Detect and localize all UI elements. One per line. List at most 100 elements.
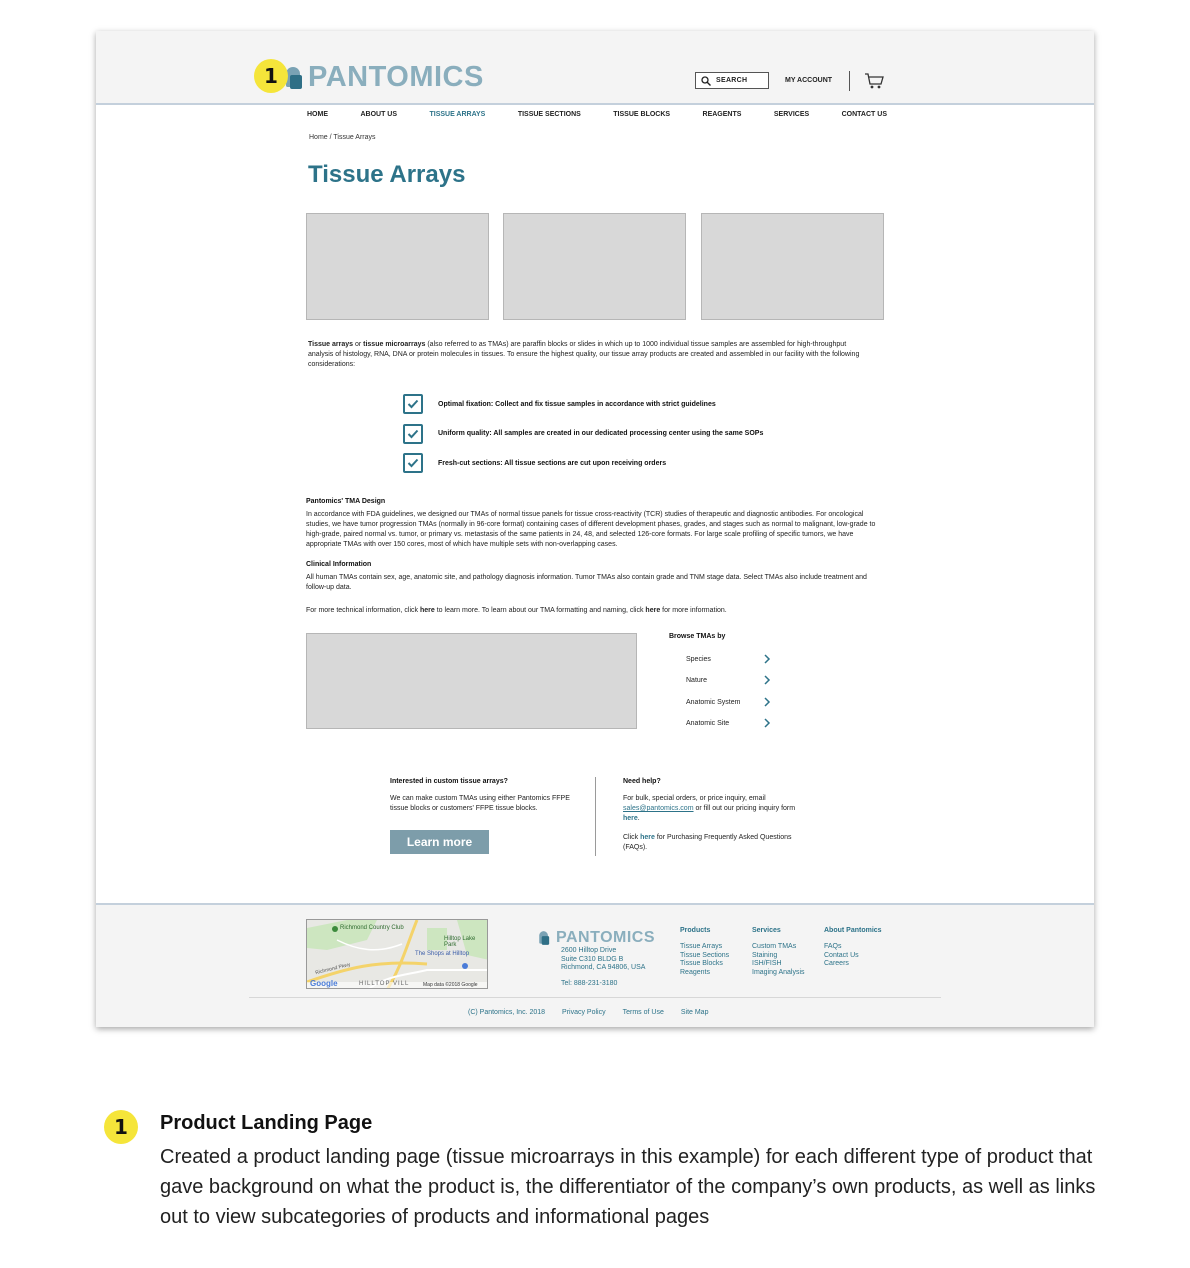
intro-or: or <box>353 341 364 348</box>
footer-col-heading: Products <box>680 927 711 934</box>
list-item: Uniform quality: All samples are created… <box>403 423 764 444</box>
more-info-part: For more technical information, click <box>306 607 420 614</box>
checkbox-icon <box>403 423 423 444</box>
custom-heading: Interested in custom tissue arrays? <box>390 778 508 785</box>
footer-bottom-links: (C) Pantomics, Inc. 2018 Privacy Policy … <box>468 1009 725 1016</box>
my-account-link[interactable]: MY ACCOUNT <box>785 77 832 84</box>
footer-col-heading: About Pantomics <box>824 927 882 934</box>
footer-link[interactable]: Tissue Sections <box>680 952 729 961</box>
search-icon <box>701 75 711 86</box>
nav-item-about-us[interactable]: ABOUT US <box>360 111 397 118</box>
help-text: or fill out our pricing inquiry form <box>693 805 796 812</box>
consideration-text: Fresh-cut sections: All tissue sections … <box>438 459 667 467</box>
browse-link-anatomic-system[interactable]: Anatomic System <box>686 696 771 708</box>
footer-link[interactable]: Tissue Arrays <box>680 943 729 952</box>
nav-item-services[interactable]: SERVICES <box>774 111 809 118</box>
nav-item-reagents[interactable]: REAGENTS <box>703 111 742 118</box>
browse-label: Anatomic System <box>686 698 741 706</box>
footer-divider <box>249 997 941 998</box>
breadcrumb[interactable]: Home / Tissue Arrays <box>309 134 376 141</box>
address-line: Richmond, CA 94806, USA <box>561 964 646 971</box>
pantomics-logo-icon <box>538 930 550 946</box>
logo-text: PANTOMICS <box>308 61 484 93</box>
footer-link[interactable]: Reagents <box>680 969 729 978</box>
here-link[interactable]: here <box>645 607 660 614</box>
browse-heading: Browse TMAs by <box>669 633 726 640</box>
footer-phone[interactable]: Tel: 888-231-3180 <box>561 980 617 987</box>
site-logo[interactable]: PANTOMICS <box>284 61 484 94</box>
site-footer: Richmond Country Club Hilltop Lake Park … <box>96 903 1094 1027</box>
checkbox-icon <box>403 453 423 473</box>
privacy-policy-link[interactable]: Privacy Policy <box>562 1009 606 1016</box>
browse-link-anatomic-site[interactable]: Anatomic Site <box>686 717 771 729</box>
chevron-right-icon <box>764 675 771 685</box>
map-label: The Shops at Hilltop <box>415 951 470 957</box>
footer-link[interactable]: Careers <box>824 960 882 969</box>
nav-item-tissue-blocks[interactable]: TISSUE BLOCKS <box>613 111 670 118</box>
search-placeholder: SEARCH <box>716 77 748 84</box>
list-item: Optimal fixation: Collect and fix tissue… <box>403 394 763 414</box>
nav-item-contact-us[interactable]: CONTACT US <box>842 111 887 118</box>
map-credit: Map data ©2018 Google <box>423 982 478 988</box>
checkbox-icon <box>403 394 423 414</box>
nav-item-home[interactable]: HOME <box>307 111 328 118</box>
help-paragraph: For bulk, special orders, or price inqui… <box>623 794 813 824</box>
footer-logo-text: PANTOMICS <box>556 929 656 946</box>
browse-label: Anatomic Site <box>686 719 730 727</box>
intro-paragraph: Tissue arrays or tissue microarrays (als… <box>308 340 868 370</box>
site-map-link[interactable]: Site Map <box>681 1009 709 1016</box>
tma-design-body: In accordance with FDA guidelines, we de… <box>306 511 876 548</box>
search-input[interactable]: SEARCH <box>695 72 769 89</box>
chevron-right-icon <box>764 697 771 707</box>
browse-label: Species <box>686 655 711 663</box>
browse-link-species[interactable]: Species <box>686 653 771 665</box>
main-nav: HOME ABOUT US TISSUE ARRAYS TISSUE SECTI… <box>307 111 887 118</box>
footer-col-services: Services Custom TMAs Staining ISH/FISH I… <box>752 927 805 977</box>
location-map[interactable]: Richmond Country Club Hilltop Lake Park … <box>306 919 488 989</box>
nav-item-tissue-sections[interactable]: TISSUE SECTIONS <box>518 111 581 118</box>
footer-col-about: About Pantomics FAQs Contact Us Careers <box>824 927 882 969</box>
map-label: Hilltop Lake Park <box>444 936 476 948</box>
footer-link[interactable]: Custom TMAs <box>752 943 805 952</box>
faq-link[interactable]: here <box>640 834 655 841</box>
caption-body: Created a product landing page (tissue m… <box>160 1146 1096 1228</box>
intro-term: tissue microarrays <box>363 341 426 348</box>
faq-paragraph: Click here for Purchasing Frequently Ask… <box>623 833 813 853</box>
more-info-text: For more technical information, click he… <box>306 606 881 616</box>
footer-link[interactable]: Staining <box>752 952 805 961</box>
email-link[interactable]: sales@pantomics.com <box>623 805 694 812</box>
footer-address: 2600 Hilltop Drive Suite C310 BLDG B Ric… <box>561 947 645 973</box>
image-placeholder <box>503 213 686 320</box>
help-text: . <box>637 815 640 822</box>
footer-link[interactable]: Imaging Analysis <box>752 969 805 978</box>
caption-title: Product Landing Page <box>160 1112 373 1134</box>
page-title: Tissue Arrays <box>308 161 466 188</box>
map-label: Richmond Country Club <box>340 925 404 931</box>
custom-body: We can make custom TMAs using either Pan… <box>390 795 570 812</box>
list-item: Fresh-cut sections: All tissue sections … <box>403 453 763 473</box>
footer-link[interactable]: FAQs <box>824 943 882 952</box>
chevron-right-icon <box>764 654 771 664</box>
browse-label: Nature <box>686 676 708 684</box>
image-placeholder <box>306 633 637 729</box>
annotation-marker: 1 <box>104 1110 138 1144</box>
browse-link-nature[interactable]: Nature <box>686 674 771 686</box>
cart-icon[interactable] <box>864 73 884 89</box>
pricing-form-link[interactable]: here <box>623 815 638 822</box>
intro-term: Tissue arrays <box>308 341 354 348</box>
footer-link[interactable]: Tissue Blocks <box>680 960 729 969</box>
learn-more-button[interactable]: Learn more <box>390 830 489 854</box>
map-label: HILLTOP VILL <box>359 981 410 987</box>
help-text: Click <box>623 834 641 841</box>
help-heading: Need help? <box>623 778 661 785</box>
site-header: PANTOMICS 1 SEARCH MY ACCOUNT <box>96 31 1094 105</box>
clinical-heading: Clinical Information <box>306 561 372 568</box>
footer-col-products: Products Tissue Arrays Tissue Sections T… <box>680 927 729 977</box>
nav-item-tissue-arrays[interactable]: TISSUE ARRAYS <box>429 111 485 118</box>
terms-of-use-link[interactable]: Terms of Use <box>623 1009 664 1016</box>
footer-link[interactable]: ISH/FISH <box>752 960 805 969</box>
address-line: Suite C310 BLDG B <box>561 955 624 963</box>
consideration-text: Uniform quality: All samples are created… <box>438 430 764 437</box>
here-link[interactable]: here <box>420 607 435 614</box>
footer-link[interactable]: Contact Us <box>824 952 882 961</box>
